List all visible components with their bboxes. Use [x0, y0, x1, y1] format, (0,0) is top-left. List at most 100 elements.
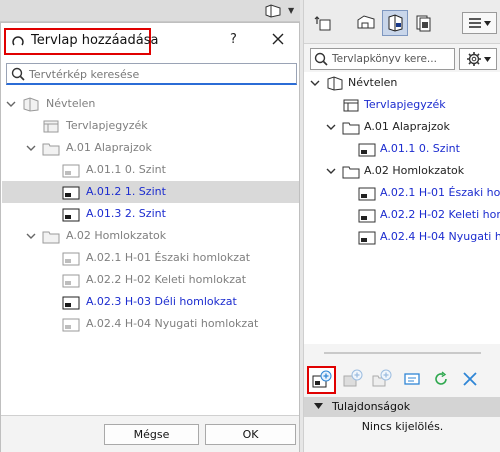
tree-row[interactable]: A.01.1 0. Szint	[2, 159, 299, 181]
tree-item-label: Tervlapjegyzék	[364, 98, 446, 111]
chevron-down-icon[interactable]	[310, 78, 320, 91]
chevron-down-icon[interactable]	[26, 143, 36, 153]
sheet-icon	[62, 273, 80, 291]
update-button[interactable]	[428, 366, 454, 392]
tree-row[interactable]: A.02.3 H-03 Déli homlokzat	[2, 291, 299, 313]
tree-item-label: Névtelen	[348, 76, 398, 89]
tree-row[interactable]: A.01.1 0. Szint	[304, 138, 500, 160]
chevron-down-icon	[483, 20, 491, 26]
sheet-icon	[358, 142, 376, 160]
splitter[interactable]	[324, 352, 481, 354]
gear-icon	[466, 52, 481, 66]
cancel-button[interactable]: Mégse	[104, 424, 199, 445]
chevron-down-icon[interactable]	[26, 231, 36, 241]
search-placeholder: Tervtérkép keresése	[29, 68, 140, 81]
organizer-panel: Tervlapkönyv kere... Névtelen Tervlapjegy…	[303, 0, 500, 452]
tree-item-label: A.02 Homlokzatok	[66, 229, 167, 242]
sheet-icon	[358, 186, 376, 204]
new-subset-icon	[343, 369, 363, 387]
sheet-icon	[358, 230, 376, 248]
tree-row[interactable]: A.01.2 1. Szint	[2, 181, 299, 203]
view-map-button[interactable]	[353, 10, 379, 36]
menu-icon	[468, 18, 481, 28]
tree-item-label: A.02.3 H-03 Déli homlokzat	[86, 295, 237, 308]
tree-row[interactable]: A.02.2 H-02 Keleti homlok	[304, 204, 500, 226]
add-sheet-dialog: Tervlap hozzáadása ? Tervtérkép keresése…	[0, 22, 300, 452]
tree-item-label: Névtelen	[46, 97, 96, 110]
layout-settings-button[interactable]	[399, 366, 425, 392]
sheet-icon	[358, 208, 376, 226]
tree-row[interactable]: Névtelen	[2, 93, 299, 115]
index-icon	[342, 98, 360, 116]
project-map-button[interactable]	[310, 10, 336, 36]
tree-row[interactable]: A.02.4 H-04 Nyugati homlokzat	[2, 313, 299, 335]
tree-row[interactable]: A.01.3 2. Szint	[2, 203, 299, 225]
sheet-icon	[62, 163, 80, 181]
index-icon	[42, 119, 60, 137]
tree-row[interactable]: Tervlapjegyzék	[2, 115, 299, 137]
tree-item-label: Tervlapjegyzék	[66, 119, 148, 132]
tree-row[interactable]: A.02 Homlokzatok	[2, 225, 299, 247]
new-folder-icon	[372, 369, 392, 387]
folder-icon	[42, 229, 60, 247]
tree-row[interactable]: A.02.4 H-04 Nyugati homlo	[304, 226, 500, 248]
dialog-title: Tervlap hozzáadása	[31, 33, 159, 48]
tree-item-label: A.02.2 H-02 Keleti homlokzat	[86, 273, 247, 286]
sheet-icon	[62, 251, 80, 269]
publisher-icon	[416, 15, 431, 32]
tree-row[interactable]: A.01 Alaprajzok	[304, 116, 500, 138]
sheet-icon	[62, 295, 80, 313]
tree-item-label: A.02.4 H-04 Nyugati homlo	[380, 230, 500, 243]
folder-icon	[42, 141, 60, 159]
settings-button[interactable]	[459, 48, 497, 70]
tree-item-label: A.02.4 H-04 Nyugati homlokzat	[86, 317, 259, 330]
tree-item-label: A.02.2 H-02 Keleti homlok	[380, 208, 500, 221]
sheet-icon	[62, 185, 80, 203]
chevron-down-icon[interactable]	[6, 99, 16, 109]
book-view-icon[interactable]	[264, 4, 282, 21]
help-button[interactable]: ?	[230, 32, 237, 47]
layout-book-icon	[388, 14, 403, 32]
tree-item-label: A.02.1 H-01 Északi homlok	[380, 186, 500, 199]
new-folder-button[interactable]	[369, 366, 395, 392]
chevron-down-icon[interactable]	[326, 166, 336, 179]
map-search-input[interactable]: Tervtérkép keresése	[6, 63, 297, 85]
close-icon	[463, 372, 477, 386]
properties-label: Tulajdonságok	[332, 400, 411, 413]
refresh-icon	[435, 371, 447, 385]
folder-icon	[342, 164, 360, 182]
new-layout-button[interactable]	[307, 366, 336, 394]
chevron-down-icon[interactable]	[326, 122, 336, 135]
new-subset-button[interactable]	[340, 366, 366, 392]
tree-row[interactable]: A.02.1 H-01 Északi homlok	[304, 182, 500, 204]
publisher-button[interactable]	[411, 10, 437, 36]
tree-item-label: A.01.1 0. Szint	[380, 142, 460, 155]
search-placeholder: Tervlapkönyv kere...	[332, 53, 437, 65]
tree-row[interactable]: A.02.1 H-01 Északi homlokzat	[2, 247, 299, 269]
tree-item-label: A.01.2 1. Szint	[86, 185, 166, 198]
tree-row[interactable]: A.02 Homlokzatok	[304, 160, 500, 182]
tree-row[interactable]: A.01 Alaprajzok	[2, 137, 299, 159]
close-icon[interactable]	[272, 33, 284, 48]
panel-menu-button[interactable]	[462, 12, 497, 34]
project-map-icon	[314, 16, 331, 31]
panel-toolbar	[304, 0, 500, 44]
tree-row[interactable]: Névtelen	[304, 72, 500, 94]
tree-row[interactable]: A.02.2 H-02 Keleti homlokzat	[2, 269, 299, 291]
chevron-down-icon	[483, 56, 491, 62]
chevron-down-icon[interactable]: ▼	[288, 6, 294, 15]
ok-button[interactable]: OK	[205, 424, 296, 445]
layout-book-icon	[326, 76, 344, 94]
empty-selection-text: Nincs kijelölés.	[361, 420, 444, 433]
loading-arc-icon	[11, 34, 25, 51]
layout-book-button[interactable]	[382, 10, 408, 36]
layout-book-search-input[interactable]: Tervlapkönyv kere...	[310, 48, 455, 70]
sheet-icon	[62, 207, 80, 225]
folder-icon	[342, 120, 360, 138]
tree-row[interactable]: Tervlapjegyzék	[304, 94, 500, 116]
layout-book-tree: Névtelen Tervlapjegyzék A.01 Alaprajzok A.0…	[304, 72, 500, 344]
properties-header[interactable]: Tulajdonságok	[304, 397, 500, 417]
tree-item-label: A.01.1 0. Szint	[86, 163, 166, 176]
delete-button[interactable]	[457, 366, 483, 392]
tree-item-label: A.01 Alaprajzok	[364, 120, 450, 133]
